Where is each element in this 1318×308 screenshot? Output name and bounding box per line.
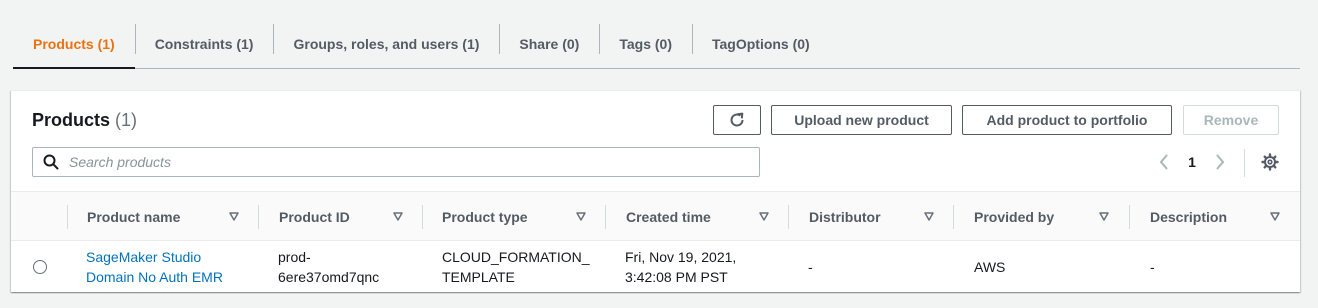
column-header-label: Created time bbox=[626, 209, 711, 225]
column-header-label: Product ID bbox=[279, 209, 350, 225]
column-header-distributor[interactable]: Distributor bbox=[809, 192, 953, 242]
pagination-divider bbox=[1244, 149, 1245, 177]
column-header-label: Distributor bbox=[809, 209, 881, 225]
column-separator bbox=[788, 205, 789, 229]
provided-by-value: AWS bbox=[974, 259, 1006, 275]
chevron-right-icon[interactable] bbox=[1209, 151, 1231, 173]
tab-constraints[interactable]: Constraints (1) bbox=[134, 20, 274, 68]
panel-title-text: Products bbox=[32, 110, 111, 130]
gear-icon bbox=[1261, 153, 1279, 171]
distributor-value: - bbox=[808, 259, 813, 275]
search-input[interactable] bbox=[69, 154, 729, 170]
column-separator bbox=[67, 205, 68, 229]
column-header-product-id[interactable]: Product ID bbox=[279, 192, 424, 242]
cell-distributor: - bbox=[808, 241, 813, 293]
sort-caret-icon bbox=[576, 212, 586, 221]
sort-caret-icon bbox=[393, 212, 403, 221]
row-select-radio[interactable] bbox=[33, 260, 47, 274]
pagination: 1 bbox=[1153, 151, 1231, 173]
table-settings-button[interactable] bbox=[1259, 151, 1281, 173]
column-separator bbox=[258, 205, 259, 229]
table-row: SageMaker Studio Domain No Auth EMR prod… bbox=[11, 241, 1300, 293]
tab-tags[interactable]: Tags (0) bbox=[599, 20, 692, 68]
sort-caret-icon bbox=[1270, 212, 1280, 221]
page-number[interactable]: 1 bbox=[1175, 154, 1209, 170]
column-header-provided-by[interactable]: Provided by bbox=[974, 192, 1120, 242]
product-name-line2: Domain No Auth EMR bbox=[86, 269, 223, 285]
sort-caret-icon bbox=[924, 212, 934, 221]
cell-created-time: Fri, Nov 19, 2021, 3:42:08 PM PST bbox=[625, 241, 736, 293]
table-header: Product name Product ID Product type Cre… bbox=[11, 191, 1300, 241]
chevron-left-icon[interactable] bbox=[1153, 151, 1175, 173]
description-value: - bbox=[1150, 259, 1155, 275]
created-time-line1: Fri, Nov 19, 2021, bbox=[625, 249, 737, 265]
column-header-description[interactable]: Description bbox=[1150, 192, 1290, 242]
products-panel: Products (1) Upload new product Add prod… bbox=[11, 90, 1300, 292]
tab-bar: Products (1) Constraints (1) Groups, rol… bbox=[13, 20, 1300, 69]
tab-share[interactable]: Share (0) bbox=[499, 20, 599, 68]
created-time-line2: 3:42:08 PM PST bbox=[625, 269, 728, 285]
column-separator bbox=[605, 205, 606, 229]
column-header-label: Description bbox=[1150, 209, 1228, 225]
tab-tagoptions[interactable]: TagOptions (0) bbox=[691, 20, 830, 68]
product-name-link[interactable]: SageMaker Studio Domain No Auth EMR bbox=[86, 247, 223, 287]
column-separator bbox=[953, 205, 954, 229]
product-type-line2: TEMPLATE bbox=[442, 269, 515, 285]
remove-button[interactable]: Remove bbox=[1183, 105, 1279, 135]
refresh-button[interactable] bbox=[713, 105, 761, 135]
search-box bbox=[32, 147, 760, 177]
upload-new-product-button[interactable]: Upload new product bbox=[771, 105, 952, 135]
tab-groups-roles-users[interactable]: Groups, roles, and users (1) bbox=[273, 20, 499, 68]
cell-product-type: CLOUD_FORMATION_ TEMPLATE bbox=[442, 241, 590, 293]
column-header-created-time[interactable]: Created time bbox=[626, 192, 790, 242]
sort-caret-icon bbox=[229, 212, 239, 221]
panel-title-count: (1) bbox=[115, 110, 138, 130]
sort-caret-icon bbox=[1099, 212, 1109, 221]
sort-caret-icon bbox=[759, 212, 769, 221]
search-icon bbox=[43, 154, 59, 170]
add-product-to-portfolio-button[interactable]: Add product to portfolio bbox=[962, 105, 1172, 135]
column-separator bbox=[422, 205, 423, 229]
product-id-line2: 6ere37omd7qnc bbox=[278, 269, 380, 285]
column-header-product-name[interactable]: Product name bbox=[87, 192, 259, 242]
refresh-icon bbox=[728, 111, 746, 129]
panel-title: Products (1) bbox=[32, 110, 137, 131]
product-name-line1: SageMaker Studio bbox=[86, 249, 202, 265]
column-header-label: Product type bbox=[442, 209, 528, 225]
column-header-label: Product name bbox=[87, 209, 181, 225]
product-id-line1: prod- bbox=[278, 249, 311, 265]
column-separator bbox=[1129, 205, 1130, 229]
cell-description: - bbox=[1150, 241, 1155, 293]
tab-products[interactable]: Products (1) bbox=[13, 20, 135, 69]
cell-product-name: SageMaker Studio Domain No Auth EMR bbox=[86, 241, 223, 293]
column-header-product-type[interactable]: Product type bbox=[442, 192, 606, 242]
cell-provided-by: AWS bbox=[974, 241, 1005, 293]
cell-product-id: prod- 6ere37omd7qnc bbox=[278, 241, 379, 293]
product-type-line1: CLOUD_FORMATION_ bbox=[442, 249, 590, 265]
column-header-label: Provided by bbox=[974, 209, 1055, 225]
